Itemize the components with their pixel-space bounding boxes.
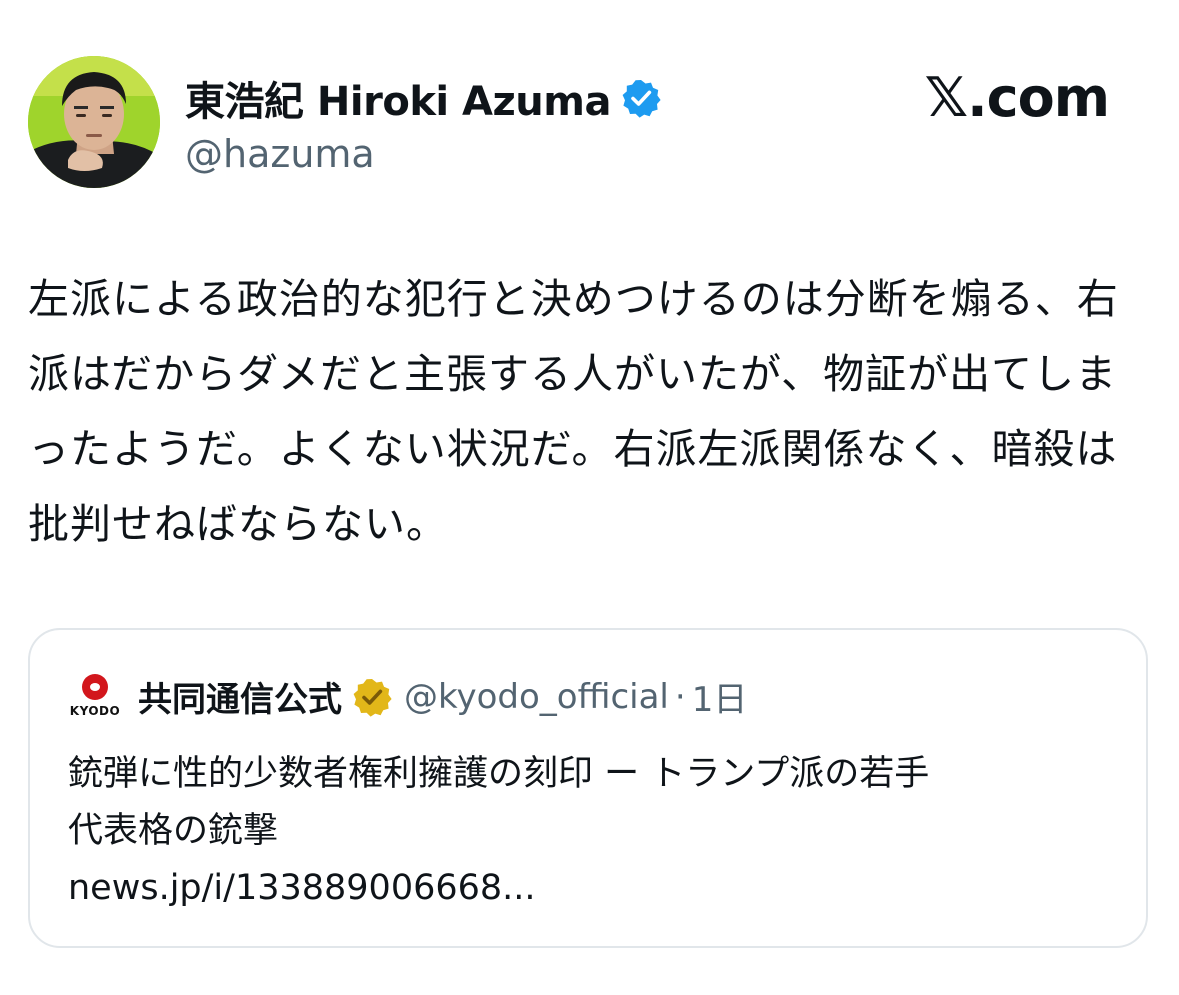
author-display-name[interactable]: 東浩紀 Hiroki Azuma [185,69,611,127]
quoted-link[interactable]: news.jp/i/133889006668... [68,860,1118,917]
author-handle[interactable]: @hazuma [185,132,661,176]
quoted-tweet-body: 銃弾に性的少数者権利擁護の刻印 ー トランプ派の若手 代表格の銃撃 news.j… [68,746,1118,917]
quoted-timestamp[interactable]: 1日 [692,672,748,721]
author-avatar[interactable] [28,56,160,188]
quoted-body-line-2: 代表格の銃撃 [68,811,279,851]
quoted-display-name[interactable]: 共同通信公式 [138,672,342,721]
author-names: 東浩紀 Hiroki Azuma @hazuma [185,70,661,176]
quoted-tweet-header: KYODO 共同通信公式 @kyodo_official · 1日 [68,672,747,721]
quoted-handle[interactable]: @kyodo_official [404,677,669,717]
display-name-row: 東浩紀 Hiroki Azuma [185,70,661,126]
tweet-text: 左派による政治的な犯行と決めつけるのは分断を煽る、右派はだからダメだと主張する人… [28,275,1119,548]
kyodo-logo-icon: KYODO [68,673,122,720]
verified-blue-badge-icon [621,78,661,118]
avatar-photo [28,56,160,188]
quoted-body-line-1: 銃弾に性的少数者権利擁護の刻印 ー トランプ派の若手 [68,754,930,794]
verified-gold-badge-icon [352,677,392,717]
x-logo-icon: 𝕏.com [924,66,1110,129]
kyodo-logo-text: KYODO [69,703,121,718]
quoted-tweet-card[interactable]: KYODO 共同通信公式 @kyodo_official · 1日 銃弾に性的少… [28,628,1148,948]
post-header: 東浩紀 Hiroki Azuma @hazuma 𝕏.com [28,56,1151,192]
quoted-separator: · [674,676,686,717]
kyodo-logo-mark [82,673,108,700]
